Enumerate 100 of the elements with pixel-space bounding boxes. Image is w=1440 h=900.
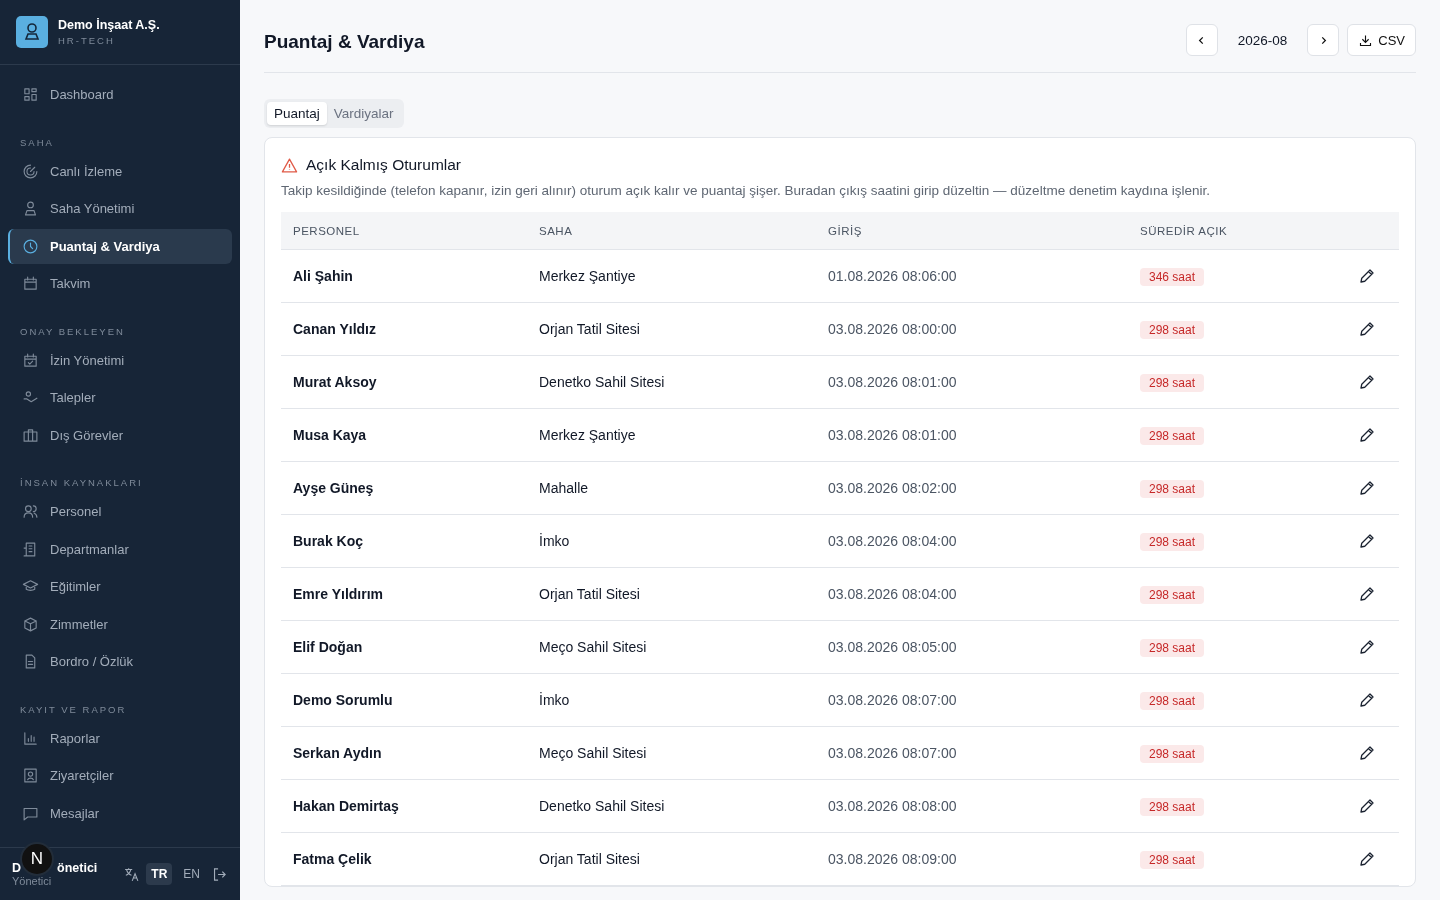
calendar-check-icon <box>22 351 39 369</box>
table-cell: 03.08.2026 08:08:00 <box>816 779 1128 833</box>
sidebar-item[interactable]: Mesajlar <box>8 795 232 831</box>
pencil-icon[interactable] <box>1358 744 1376 763</box>
sidebar-item[interactable]: Puantaj & Vardiya <box>8 228 232 264</box>
page-title: Puantaj & Vardiya <box>264 31 425 53</box>
company-name: Demo İnşaat A.Ş. <box>58 18 160 32</box>
sidebar-item[interactable]: Takvim <box>8 266 232 301</box>
user-pin-icon <box>16 16 48 48</box>
duration-badge: 298 saat <box>1140 639 1205 657</box>
section-heading: İNSAN KAYNAKLARI <box>19 476 144 490</box>
sidebar-item[interactable]: Saha Yönetimi <box>8 191 232 226</box>
sidebar-item[interactable]: Talepler <box>8 380 232 415</box>
sidebar-item[interactable]: Eğitimler <box>8 569 232 604</box>
table-cell: 03.08.2026 08:07:00 <box>816 726 1128 780</box>
table-cell: Ayşe Güneş <box>281 461 527 515</box>
sidebar-item[interactable]: Raporlar <box>8 720 232 756</box>
duration-badge: 346 saat <box>1140 268 1205 286</box>
table-cell: Demo Sorumlu <box>281 673 527 727</box>
table-cell: Meço Sahil Sitesi <box>527 726 816 780</box>
duration-badge: 298 saat <box>1140 480 1205 498</box>
clock-icon <box>22 237 39 255</box>
table-cell: Canan Yıldız <box>281 302 527 356</box>
duration-badge: 298 saat <box>1140 692 1205 710</box>
company-subtitle: HR-TECH <box>58 35 116 46</box>
section-heading: KAYIT VE RAPOR <box>19 702 128 717</box>
card-description: Takip kesildiğinde (telefon kapanır, izin geri alınır) oturum açık kalır ve puantaj şişer. Buradan çıkış saatini girip düzeltin — düzeltme denetim kaydına işlenir. <box>281 183 1211 198</box>
duration-badge: 298 saat <box>1140 586 1205 604</box>
table-cell: Mahalle <box>527 461 816 515</box>
table-cell: Denetko Sahil Sitesi <box>527 355 816 409</box>
column-header: SÜREDİR AÇIK <box>1128 212 1335 250</box>
pencil-icon[interactable] <box>1358 850 1376 869</box>
duration-badge: 298 saat <box>1140 851 1205 869</box>
sidebar-item[interactable]: Canlı İzleme <box>8 153 232 189</box>
table-cell: Meço Sahil Sitesi <box>527 620 816 674</box>
table-cell: Murat Aksoy <box>281 355 527 409</box>
table-cell: Musa Kaya <box>281 408 527 462</box>
table-cell: Orjan Tatil Sitesi <box>527 832 816 886</box>
table-cell: Hakan Demirtaş <box>281 779 527 833</box>
table-cell: Elif Doğan <box>281 620 527 674</box>
tab[interactable]: Puantaj <box>267 102 327 125</box>
sidebar-item[interactable]: Ziyaretçiler <box>8 758 232 793</box>
table-cell: Orjan Tatil Sitesi <box>527 302 816 356</box>
language-button[interactable]: EN <box>178 863 205 885</box>
table-cell: Merkez Şantiye <box>527 249 816 303</box>
period-label: 2026-08 <box>1236 32 1289 48</box>
language-button[interactable]: TR <box>146 863 173 885</box>
table-cell: Ali Şahin <box>281 249 527 303</box>
id-card-icon <box>22 767 39 784</box>
bar-chart-icon <box>22 729 39 747</box>
sidebar-item[interactable]: Personel <box>8 494 232 529</box>
pencil-icon[interactable] <box>1358 585 1376 604</box>
table-cell: 03.08.2026 08:04:00 <box>816 514 1128 568</box>
tab[interactable]: Vardiyalar <box>326 102 401 125</box>
translate-icon <box>123 865 141 883</box>
pencil-icon[interactable] <box>1358 426 1376 445</box>
sidebar-item[interactable]: Zimmetler <box>8 606 232 642</box>
pencil-icon[interactable] <box>1358 479 1376 498</box>
table-cell: 03.08.2026 08:00:00 <box>816 302 1128 356</box>
duration-badge: 298 saat <box>1140 374 1205 392</box>
user-pin-icon <box>22 200 39 217</box>
duration-badge: 298 saat <box>1140 321 1205 339</box>
sidebar-item[interactable]: Dashboard <box>8 77 232 112</box>
sidebar-item[interactable]: Dış Görevler <box>8 417 232 453</box>
table-cell: İmko <box>527 514 816 568</box>
warning-icon <box>281 156 298 174</box>
column-header: PERSONEL <box>281 212 527 250</box>
dev-badge[interactable]: N <box>22 844 52 874</box>
users-icon <box>22 503 39 520</box>
table-cell: Merkez Şantiye <box>527 408 816 462</box>
calendar-icon <box>22 275 39 292</box>
sidebar-item[interactable]: Departmanlar <box>8 531 232 567</box>
user-name: önetici <box>57 861 98 875</box>
pencil-icon[interactable] <box>1358 797 1376 816</box>
user-role: Yönetici <box>12 875 53 887</box>
pencil-icon[interactable] <box>1358 373 1376 392</box>
sidebar-item[interactable]: Bordro / Özlük <box>8 644 232 679</box>
table-cell: Burak Koç <box>281 514 527 568</box>
logout-icon[interactable] <box>211 865 228 883</box>
pencil-icon[interactable] <box>1358 320 1376 339</box>
table-cell: 03.08.2026 08:09:00 <box>816 832 1128 886</box>
pencil-icon[interactable] <box>1358 532 1376 551</box>
grid-icon <box>22 86 39 103</box>
box-icon <box>22 615 39 633</box>
table-cell: 01.08.2026 08:06:00 <box>816 249 1128 303</box>
pencil-icon[interactable] <box>1358 691 1376 710</box>
table-cell: 03.08.2026 08:07:00 <box>816 673 1128 727</box>
table-cell: 03.08.2026 08:04:00 <box>816 567 1128 621</box>
duration-badge: 298 saat <box>1140 798 1205 816</box>
column-header: GİRİŞ <box>816 212 1128 250</box>
table-cell: 03.08.2026 08:01:00 <box>816 355 1128 409</box>
sidebar-item[interactable]: İzin Yönetimi <box>8 342 232 378</box>
table-cell: Serkan Aydın <box>281 726 527 780</box>
table-cell: Denetko Sahil Sitesi <box>527 779 816 833</box>
briefcase-icon <box>22 426 39 444</box>
pencil-icon[interactable] <box>1358 638 1376 657</box>
table-cell: 03.08.2026 08:05:00 <box>816 620 1128 674</box>
pencil-icon[interactable] <box>1358 267 1376 286</box>
table-cell: Fatma Çelik <box>281 832 527 886</box>
csv-export-button[interactable]: CSV <box>1347 24 1416 56</box>
